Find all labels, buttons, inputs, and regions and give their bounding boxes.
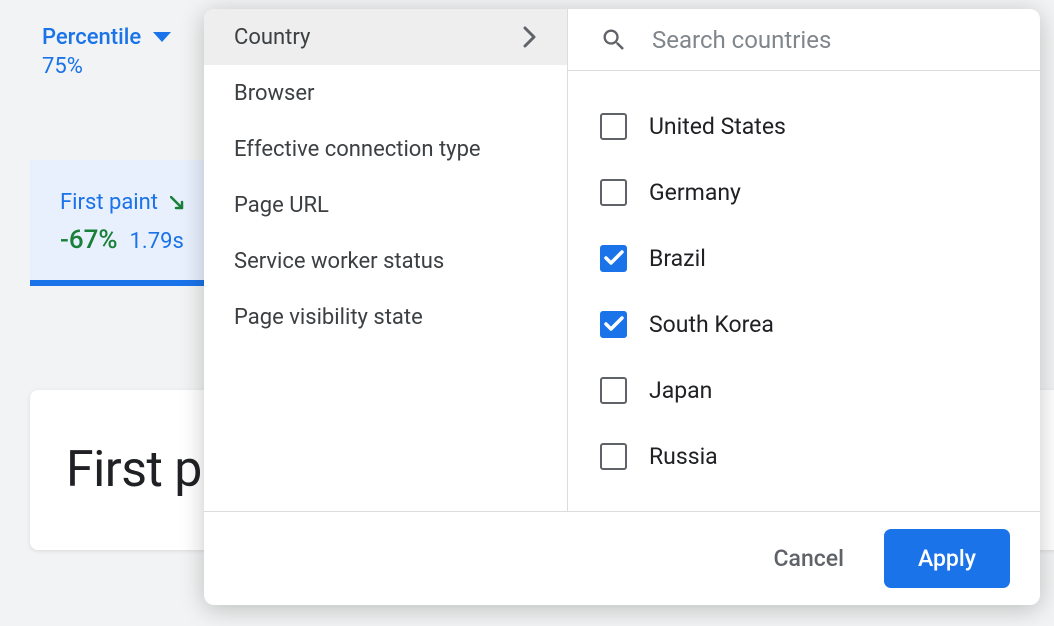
trend-down-icon (170, 196, 190, 210)
checkbox[interactable] (600, 179, 627, 206)
checkbox[interactable] (600, 443, 627, 470)
option-row[interactable]: Japan (568, 357, 1040, 423)
percentile-dropdown[interactable]: Percentile 75% (42, 24, 171, 81)
option-row[interactable]: Germany (568, 159, 1040, 225)
filter-popover: Country Browser Effective connection type P… (204, 9, 1040, 605)
filter-category-label: Page URL (234, 193, 329, 218)
filter-category-label: Browser (234, 81, 315, 106)
filter-category-item[interactable]: Page URL (204, 177, 567, 233)
options-list: United States Germany Brazil South Korea Jap… (568, 71, 1040, 511)
option-row[interactable]: Brazil (568, 225, 1040, 291)
option-row[interactable]: United States (568, 93, 1040, 159)
metric-title: First paint (60, 190, 158, 215)
checkbox[interactable] (600, 113, 627, 140)
search-icon (600, 26, 628, 54)
option-label: South Korea (649, 311, 774, 338)
option-label: Russia (649, 443, 718, 470)
filter-category-item[interactable]: Browser (204, 65, 567, 121)
percentile-label: Percentile (42, 24, 141, 53)
checkbox[interactable] (600, 245, 627, 272)
option-label: Japan (649, 377, 712, 404)
search-row (568, 9, 1040, 71)
filter-category-item[interactable]: Service worker status (204, 233, 567, 289)
checkbox[interactable] (600, 311, 627, 338)
option-row[interactable]: South Korea (568, 291, 1040, 357)
filter-category-label: Page visibility state (234, 305, 423, 330)
search-input[interactable] (652, 26, 1008, 54)
checkbox[interactable] (600, 377, 627, 404)
option-label: United States (649, 113, 786, 140)
filter-category-label: Service worker status (234, 249, 444, 274)
filter-category-label: Country (234, 25, 310, 50)
filter-category-item[interactable]: Country (204, 9, 567, 65)
apply-button[interactable]: Apply (884, 529, 1010, 588)
option-row[interactable]: Russia (568, 423, 1040, 489)
option-label: Brazil (649, 245, 706, 272)
filter-category-label: Effective connection type (234, 137, 481, 162)
heading-text-left: First p (66, 441, 202, 499)
filter-category-item[interactable]: Effective connection type (204, 121, 567, 177)
filter-category-list: Country Browser Effective connection type P… (204, 9, 568, 511)
filter-footer: Cancel Apply (204, 511, 1040, 605)
filter-category-item[interactable]: Page visibility state (204, 289, 567, 345)
option-label: Germany (649, 179, 741, 206)
percentile-value: 75% (42, 53, 141, 82)
metric-time: 1.79s (130, 229, 184, 254)
cancel-button[interactable]: Cancel (762, 537, 856, 580)
dropdown-triangle-icon (153, 32, 171, 42)
metric-delta: -67% (60, 225, 118, 255)
chevron-right-icon (523, 26, 537, 48)
